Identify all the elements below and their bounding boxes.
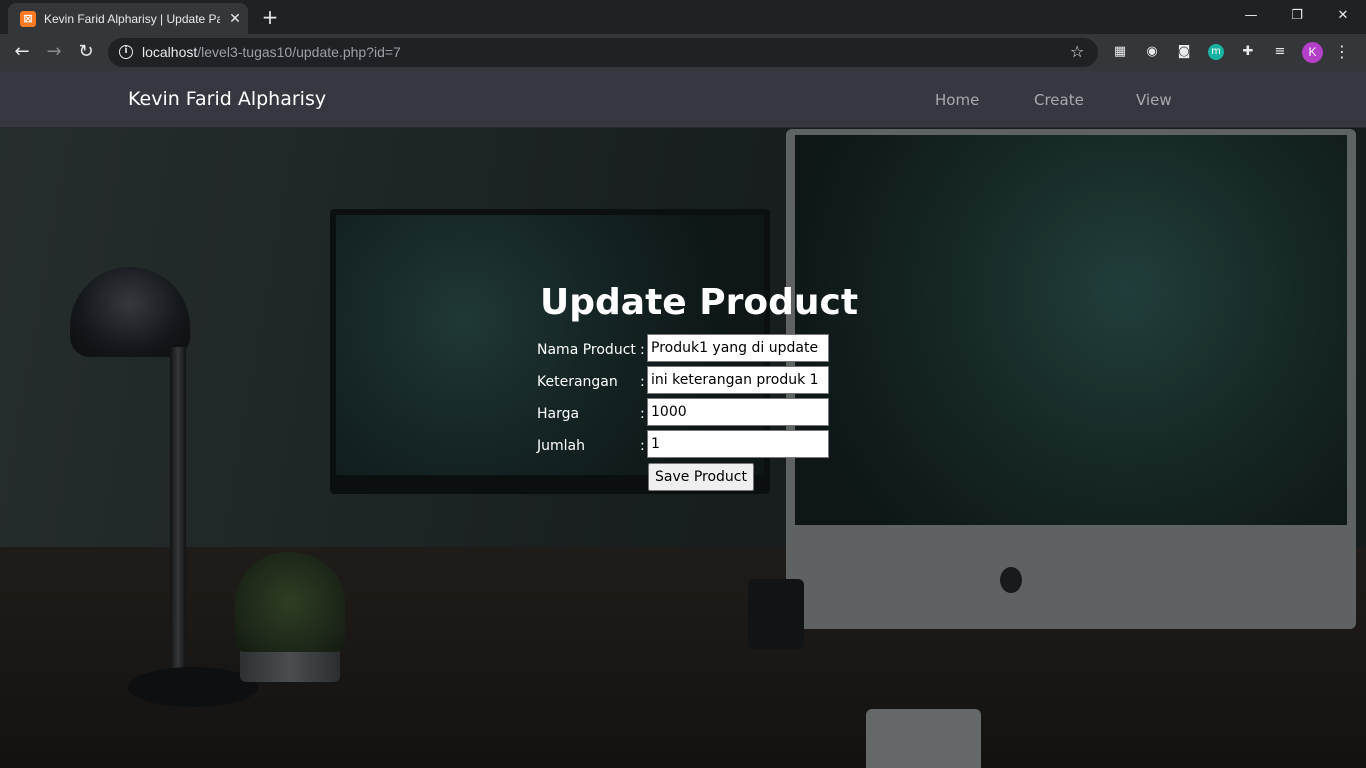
nav-link-home[interactable]: Home [935, 90, 979, 110]
label-harga: Harga [537, 406, 580, 422]
browser-toolbar: ← → ↻ i localhost/level3-tugas10/update.… [0, 34, 1366, 71]
hero-background: Update Product Nama Product : Produk1 ya… [0, 127, 1366, 768]
window-close-button[interactable]: ✕ [1328, 4, 1358, 28]
label-colon: : [640, 374, 645, 390]
site-info-icon[interactable]: i [119, 45, 133, 59]
browser-tab-active[interactable]: ⊠ Kevin Farid Alpharisy | Update Page ✕ [8, 3, 248, 34]
harga-input[interactable]: 1000 [647, 398, 829, 426]
record-extension-icon[interactable]: ◉ [1142, 42, 1162, 62]
nav-link-create[interactable]: Create [1034, 90, 1084, 110]
label-nama-product: Nama Product [537, 342, 636, 358]
browser-menu-icon[interactable]: ⋮ [1334, 42, 1350, 62]
minimize-button[interactable]: — [1236, 4, 1266, 28]
media-control-icon[interactable]: ≡ [1270, 42, 1290, 62]
label-colon: : [640, 342, 645, 358]
keterangan-input[interactable]: ini keterangan produk 1 [647, 366, 829, 394]
profile-avatar[interactable]: K [1302, 42, 1323, 63]
camera-extension-icon[interactable]: ◙ [1174, 42, 1194, 62]
m-extension-icon[interactable]: m [1208, 44, 1224, 60]
site-navbar: Kevin Farid Alpharisy Home Create View [0, 71, 1366, 127]
web-page: Kevin Farid Alpharisy Home Create View U… [0, 71, 1366, 768]
url-text[interactable]: localhost/level3-tugas10/update.php?id=7 [142, 44, 401, 61]
save-product-button[interactable]: Save Product [648, 463, 754, 491]
label-colon: : [640, 438, 645, 454]
qr-code-icon[interactable]: ▦ [1110, 42, 1130, 62]
reload-button[interactable]: ↻ [74, 40, 98, 64]
forward-button[interactable]: → [42, 40, 66, 64]
label-keterangan: Keterangan [537, 374, 618, 390]
tab-title: Kevin Farid Alpharisy | Update Page [44, 12, 220, 26]
update-product-form: Update Product Nama Product : Produk1 ya… [0, 127, 1366, 768]
url-path: /level3-tugas10/update.php?id=7 [197, 44, 401, 60]
nama-product-input[interactable]: Produk1 yang di update [647, 334, 829, 362]
nav-link-view[interactable]: View [1136, 90, 1172, 110]
bookmark-star-icon[interactable]: ☆ [1070, 42, 1084, 62]
new-tab-button[interactable]: + [259, 6, 281, 28]
url-host: localhost [142, 44, 198, 60]
puzzle-extensions-icon[interactable]: ✚ [1238, 42, 1258, 62]
label-jumlah: Jumlah [537, 438, 585, 454]
label-colon: : [640, 406, 645, 422]
xampp-icon: ⊠ [20, 11, 36, 27]
page-title: Update Product [540, 282, 859, 323]
site-brand[interactable]: Kevin Farid Alpharisy [128, 87, 326, 111]
browser-tabstrip: ⊠ Kevin Farid Alpharisy | Update Page ✕ … [0, 0, 1366, 34]
jumlah-input[interactable]: 1 [647, 430, 829, 458]
restore-button[interactable]: ❐ [1282, 4, 1312, 28]
address-bar[interactable]: i localhost/level3-tugas10/update.php?id… [108, 38, 1098, 67]
back-button[interactable]: ← [10, 40, 34, 64]
tab-close-icon[interactable]: ✕ [226, 10, 244, 28]
